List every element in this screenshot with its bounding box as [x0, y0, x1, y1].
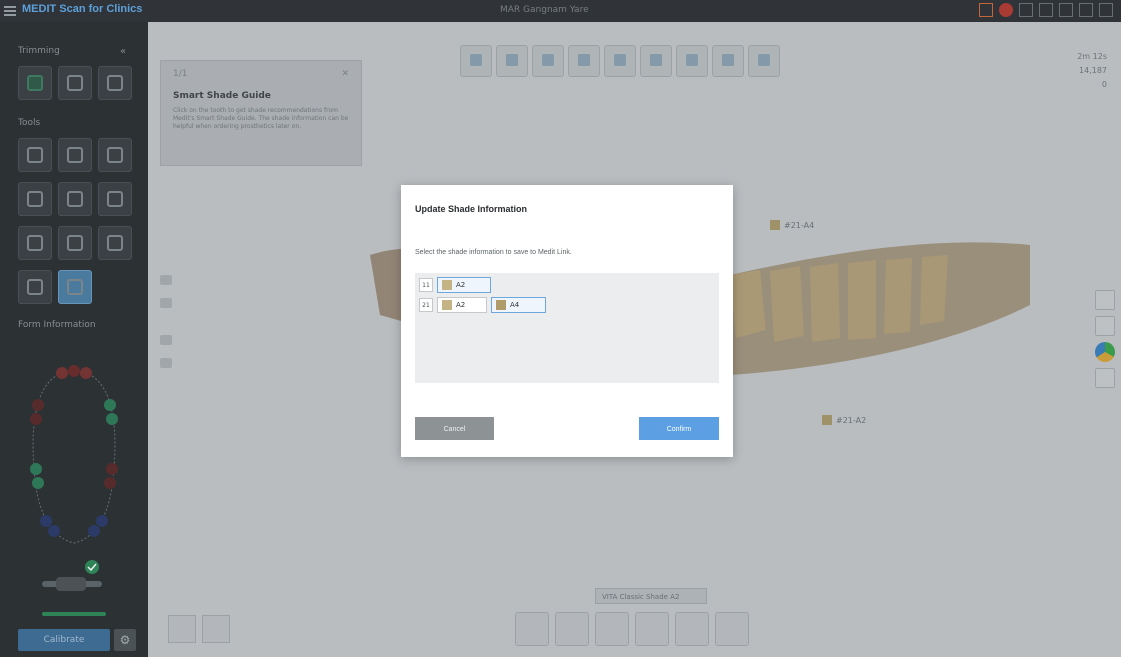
update-shade-dialog: Update Shade Information Select the shad…	[401, 185, 733, 457]
shade-swatch	[496, 300, 506, 310]
shade-option-label: A2	[456, 281, 466, 289]
confirm-button[interactable]: Confirm	[639, 417, 719, 440]
tooth-number: 11	[419, 278, 433, 292]
shade-option-11-a2[interactable]: A2	[437, 277, 491, 293]
shade-option-label: A2	[456, 301, 466, 309]
dialog-subtitle: Select the shade information to save to …	[415, 249, 572, 256]
shade-swatch	[442, 300, 452, 310]
shade-swatch	[442, 280, 452, 290]
dialog-title: Update Shade Information	[415, 204, 528, 214]
shade-selection-list: 11 A2 21 A2 A4	[415, 273, 719, 383]
shade-option-label: A4	[510, 301, 520, 309]
shade-option-21-a2[interactable]: A2	[437, 297, 487, 313]
shade-row-11: 11 A2	[419, 277, 491, 293]
app-window: MEDIT Scan for Clinics MAR Gangnam Yare …	[0, 0, 1121, 657]
tooth-number: 21	[419, 298, 433, 312]
shade-row-21: 21 A2 A4	[419, 297, 546, 313]
shade-option-21-a4[interactable]: A4	[491, 297, 546, 313]
cancel-button[interactable]: Cancel	[415, 417, 494, 440]
